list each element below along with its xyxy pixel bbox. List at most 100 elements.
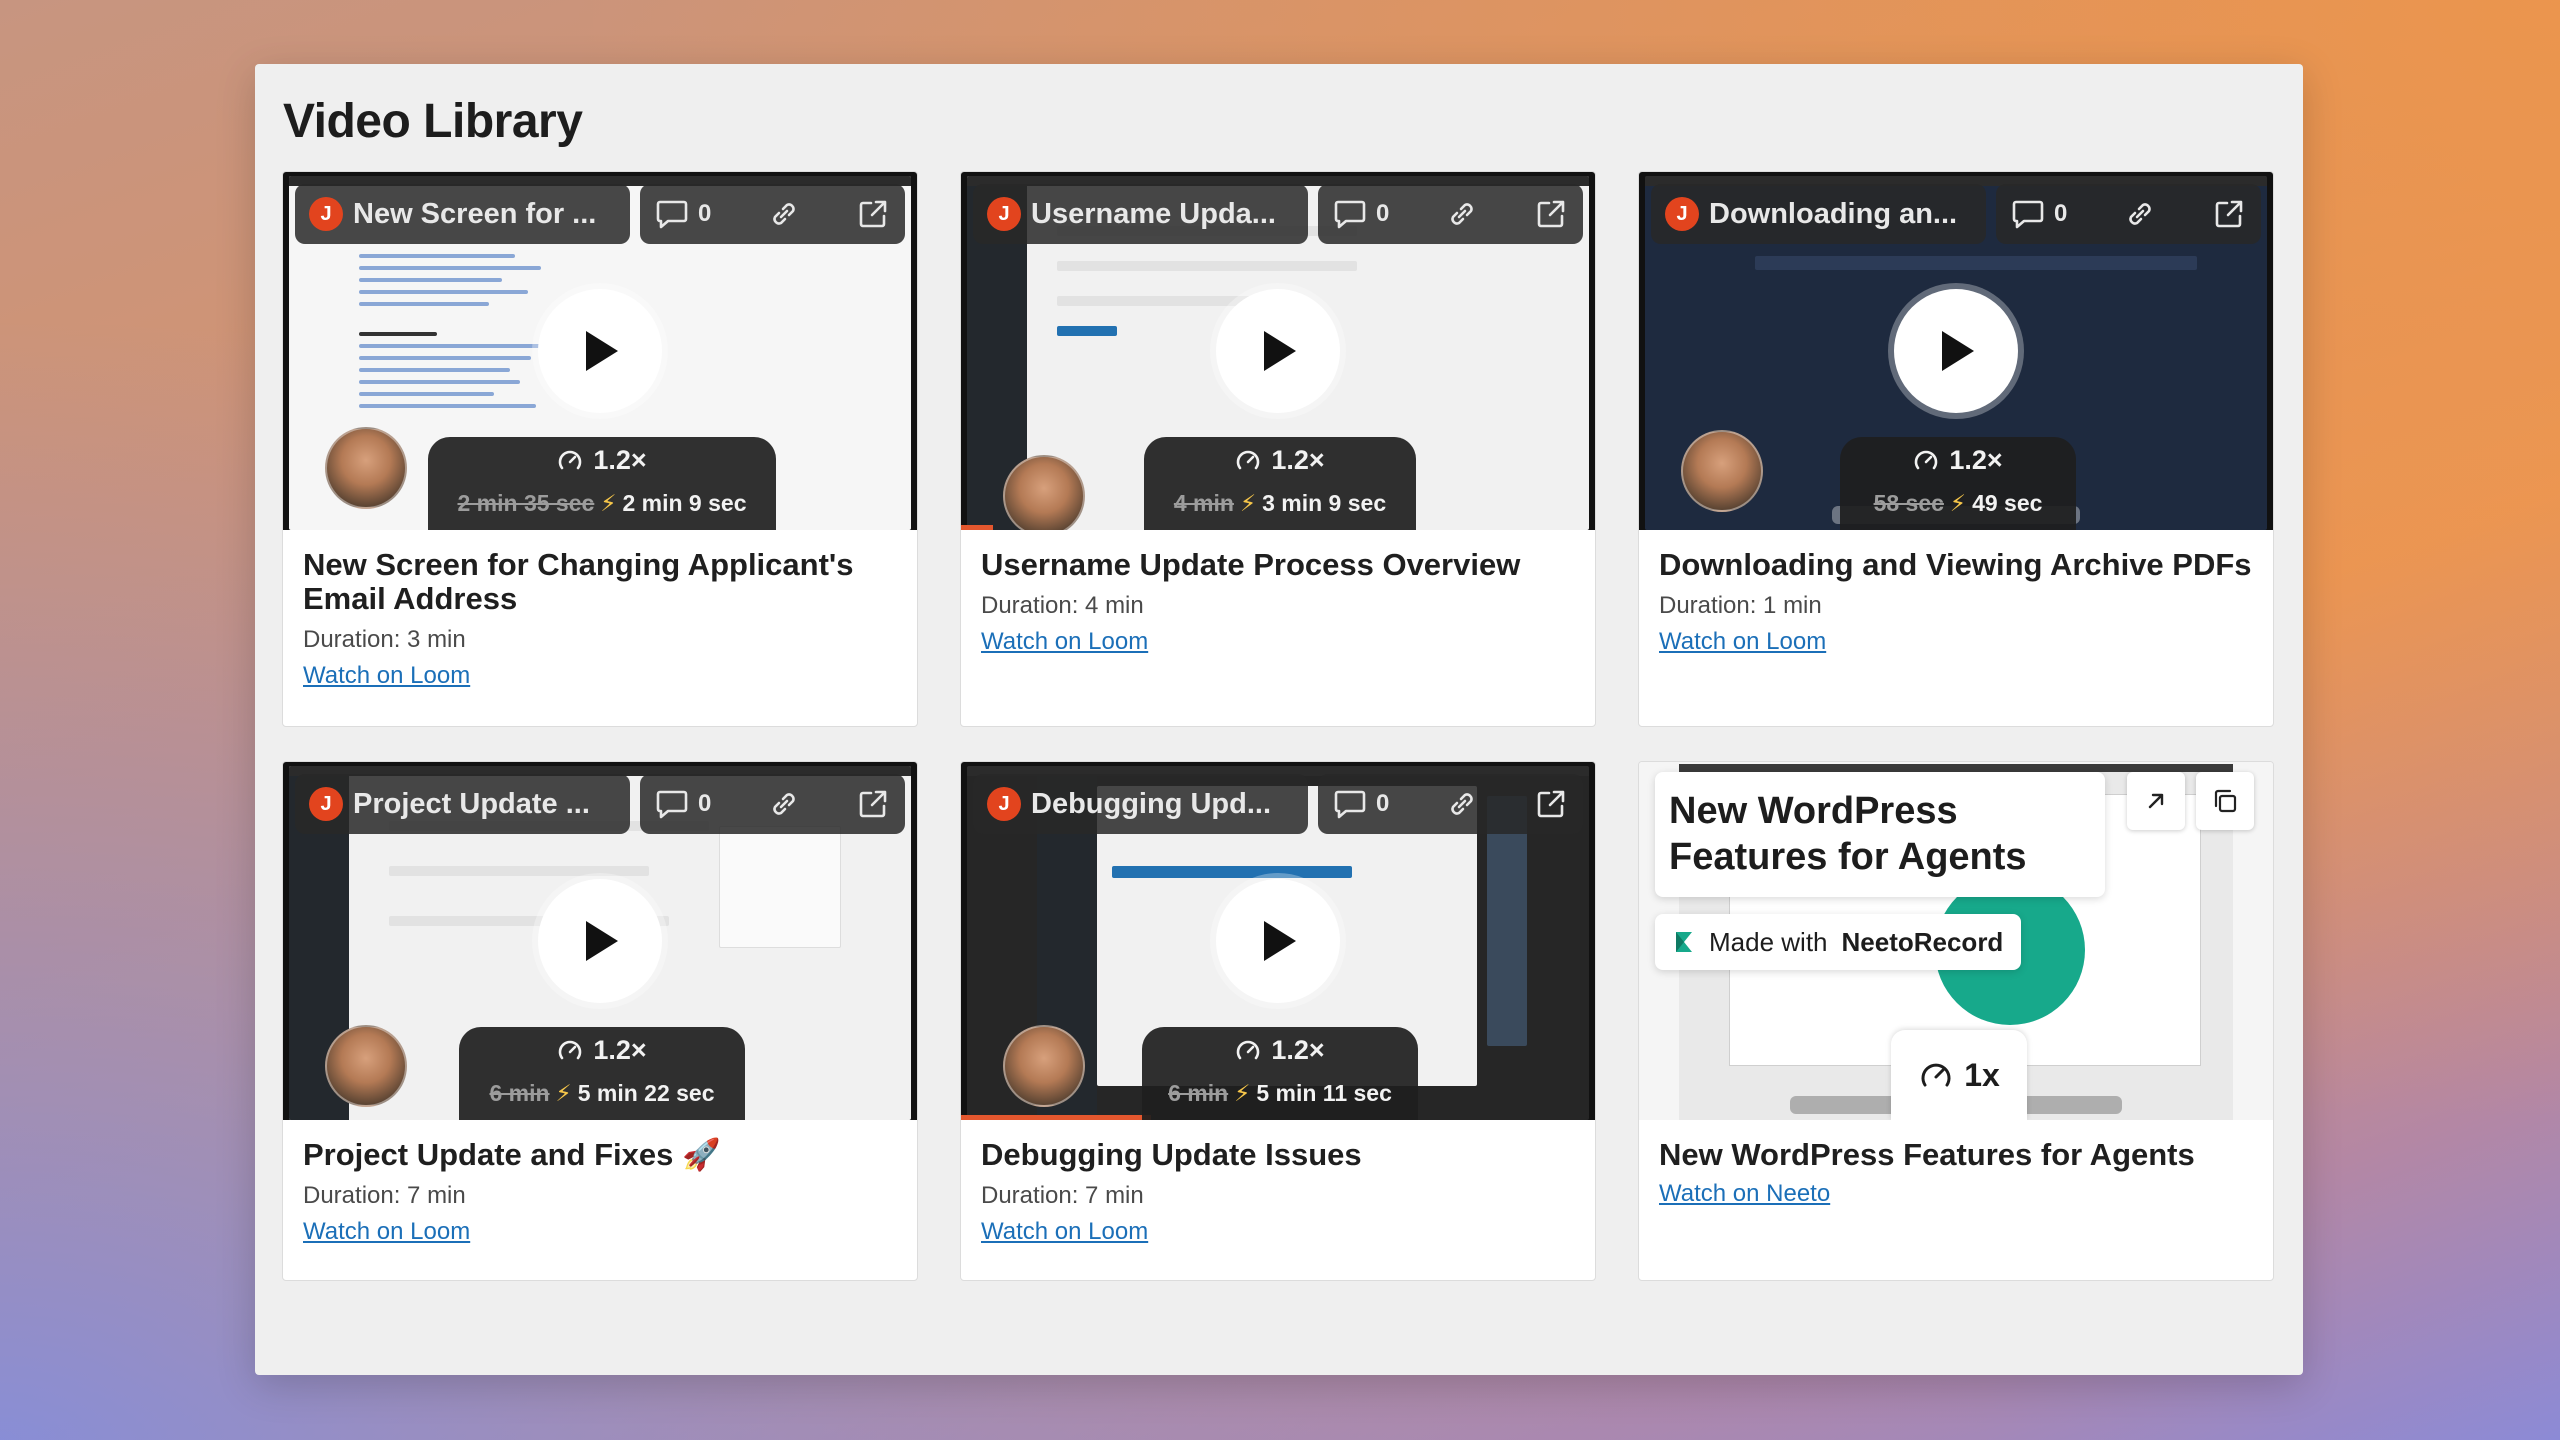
- play-button[interactable]: [538, 289, 662, 413]
- speed-label: 1.2×: [1271, 1035, 1325, 1065]
- comment-button[interactable]: 0: [656, 789, 711, 819]
- original-duration: 6 min: [1168, 1080, 1229, 1106]
- bolt-icon: ⚡: [1239, 490, 1257, 516]
- copy-button[interactable]: [2196, 772, 2254, 830]
- video-thumbnail[interactable]: New WordPress Features for Agents Made w…: [1639, 762, 2273, 1120]
- video-actions: 0: [640, 184, 905, 244]
- video-title-pill[interactable]: J Username Upda...: [973, 184, 1308, 244]
- video-title: Debugging Update Issues: [981, 1137, 1362, 1172]
- webcam-bubble: [325, 427, 407, 509]
- link-icon[interactable]: [768, 788, 800, 820]
- webcam-bubble: [1003, 455, 1085, 530]
- playback-speed-badge[interactable]: 1.2× 4 min ⚡ 3 min 9 sec: [1144, 437, 1416, 530]
- made-with-badge[interactable]: Made with NeetoRecord: [1655, 914, 2022, 970]
- video-title-pill[interactable]: J Debugging Upd...: [973, 774, 1308, 834]
- speed-gauge-icon: [1235, 448, 1261, 474]
- comment-button[interactable]: 0: [1334, 199, 1389, 229]
- video-thumbnail[interactable]: J New Screen for ... 0 1.2× 2 min 35 sec…: [283, 172, 917, 530]
- video-duration: Duration: 4 min: [981, 592, 1144, 619]
- bolt-icon: ⚡: [1234, 1080, 1251, 1106]
- video-duration: Duration: 1 min: [1659, 592, 1822, 619]
- original-duration: 6 min: [489, 1080, 550, 1106]
- external-link-icon[interactable]: [857, 198, 889, 230]
- external-link-icon[interactable]: [857, 788, 889, 820]
- external-link-icon[interactable]: [1535, 198, 1567, 230]
- avatar: J: [987, 787, 1021, 821]
- video-progress-bar: [961, 1115, 1151, 1120]
- video-thumbnail[interactable]: J Username Upda... 0 1.2× 4 min ⚡ 3 min …: [961, 172, 1595, 530]
- watch-link[interactable]: Watch on Loom: [1659, 628, 1826, 656]
- video-title-pill[interactable]: J Downloading an...: [1651, 184, 1986, 244]
- expand-button[interactable]: [2127, 772, 2185, 830]
- copy-icon: [2211, 787, 2239, 815]
- avatar: J: [309, 787, 343, 821]
- link-icon[interactable]: [1446, 198, 1478, 230]
- expand-icon: [2143, 788, 2169, 814]
- speed-label: 1.2×: [593, 1035, 647, 1065]
- playback-speed-badge[interactable]: 1.2× 6 min ⚡ 5 min 22 sec: [459, 1027, 745, 1120]
- comment-icon: [656, 199, 688, 229]
- made-with-brand: NeetoRecord: [1841, 926, 2004, 957]
- video-card: J Downloading an... 0 1.2× 58 sec ⚡ 49 s…: [1638, 171, 2274, 727]
- video-card-body: Downloading and Viewing Archive PDFs Dur…: [1639, 530, 2273, 656]
- watch-link[interactable]: Watch on Loom: [303, 662, 470, 690]
- play-button[interactable]: [1216, 879, 1340, 1003]
- comment-button[interactable]: 0: [656, 199, 711, 229]
- sped-up-duration: 3 min 9 sec: [1262, 490, 1387, 516]
- video-thumbnail[interactable]: J Debugging Upd... 0 1.2× 6 min ⚡ 5 min …: [961, 762, 1595, 1120]
- link-icon[interactable]: [1446, 788, 1478, 820]
- video-progress-bar: [961, 525, 993, 530]
- link-icon[interactable]: [2124, 198, 2156, 230]
- video-actions: 0: [640, 774, 905, 834]
- link-icon[interactable]: [768, 198, 800, 230]
- playback-speed-badge[interactable]: 1x: [1891, 1030, 2027, 1120]
- comment-icon: [656, 789, 688, 819]
- bolt-icon: ⚡: [600, 490, 617, 516]
- comment-button[interactable]: 0: [1334, 789, 1389, 819]
- sped-up-duration: 2 min 9 sec: [622, 490, 747, 516]
- video-card-body: New WordPress Features for Agents Watch …: [1639, 1120, 2273, 1208]
- speed-label: 1.2×: [1271, 445, 1325, 475]
- video-actions: 0: [1318, 184, 1583, 244]
- comment-button[interactable]: 0: [2012, 199, 2067, 229]
- external-link-icon[interactable]: [2213, 198, 2245, 230]
- sped-up-duration: 5 min 11 sec: [1256, 1080, 1392, 1106]
- watch-link[interactable]: Watch on Loom: [981, 1218, 1148, 1246]
- play-button[interactable]: [538, 879, 662, 1003]
- play-icon: [578, 327, 622, 375]
- preview-field: [1057, 296, 1257, 306]
- watch-link[interactable]: Watch on Loom: [303, 1218, 470, 1246]
- neeto-overlay-title: New WordPress Features for Agents: [1669, 790, 2027, 878]
- play-button[interactable]: [1216, 289, 1340, 413]
- original-duration: 58 sec: [1873, 490, 1944, 516]
- video-card: J Project Update ... 0 1.2× 6 min ⚡ 5 mi…: [282, 761, 918, 1281]
- neeto-title-overlay: New WordPress Features for Agents: [1655, 772, 2105, 897]
- watch-link[interactable]: Watch on Loom: [981, 628, 1148, 656]
- watch-link[interactable]: Watch on Neeto: [1659, 1180, 1830, 1208]
- video-hover-bar: J New Screen for ... 0: [295, 184, 905, 244]
- video-title-pill[interactable]: J Project Update ...: [295, 774, 630, 834]
- external-link-icon[interactable]: [1535, 788, 1567, 820]
- avatar: J: [309, 197, 343, 231]
- video-thumbnail[interactable]: J Downloading an... 0 1.2× 58 sec ⚡ 49 s…: [1639, 172, 2273, 530]
- video-thumbnail[interactable]: J Project Update ... 0 1.2× 6 min ⚡ 5 mi…: [283, 762, 917, 1120]
- speed-label: 1x: [1964, 1056, 2000, 1093]
- video-title: Project Update and Fixes 🚀: [303, 1137, 721, 1172]
- video-pill-title: Debugging Upd...: [1031, 787, 1272, 820]
- preview-field: [389, 866, 649, 876]
- video-actions: 0: [1318, 774, 1583, 834]
- original-duration: 4 min: [1173, 490, 1234, 516]
- original-duration: 2 min 35 sec: [457, 490, 595, 516]
- playback-speed-badge[interactable]: 1.2× 58 sec ⚡ 49 sec: [1840, 437, 2076, 530]
- playback-speed-badge[interactable]: 1.2× 6 min ⚡ 5 min 11 sec: [1142, 1027, 1418, 1120]
- video-duration: Duration: 7 min: [981, 1182, 1144, 1209]
- video-pill-title: Project Update ...: [353, 787, 590, 820]
- video-title-pill[interactable]: J New Screen for ...: [295, 184, 630, 244]
- play-button[interactable]: [1894, 289, 2018, 413]
- comment-icon: [1334, 789, 1366, 819]
- video-card: J Username Upda... 0 1.2× 4 min ⚡ 3 min …: [960, 171, 1596, 727]
- play-icon: [1256, 917, 1300, 965]
- video-duration: Duration: 7 min: [303, 1182, 466, 1209]
- neeto-video-card: New WordPress Features for Agents Made w…: [1638, 761, 2274, 1281]
- playback-speed-badge[interactable]: 1.2× 2 min 35 sec ⚡ 2 min 9 sec: [428, 437, 776, 530]
